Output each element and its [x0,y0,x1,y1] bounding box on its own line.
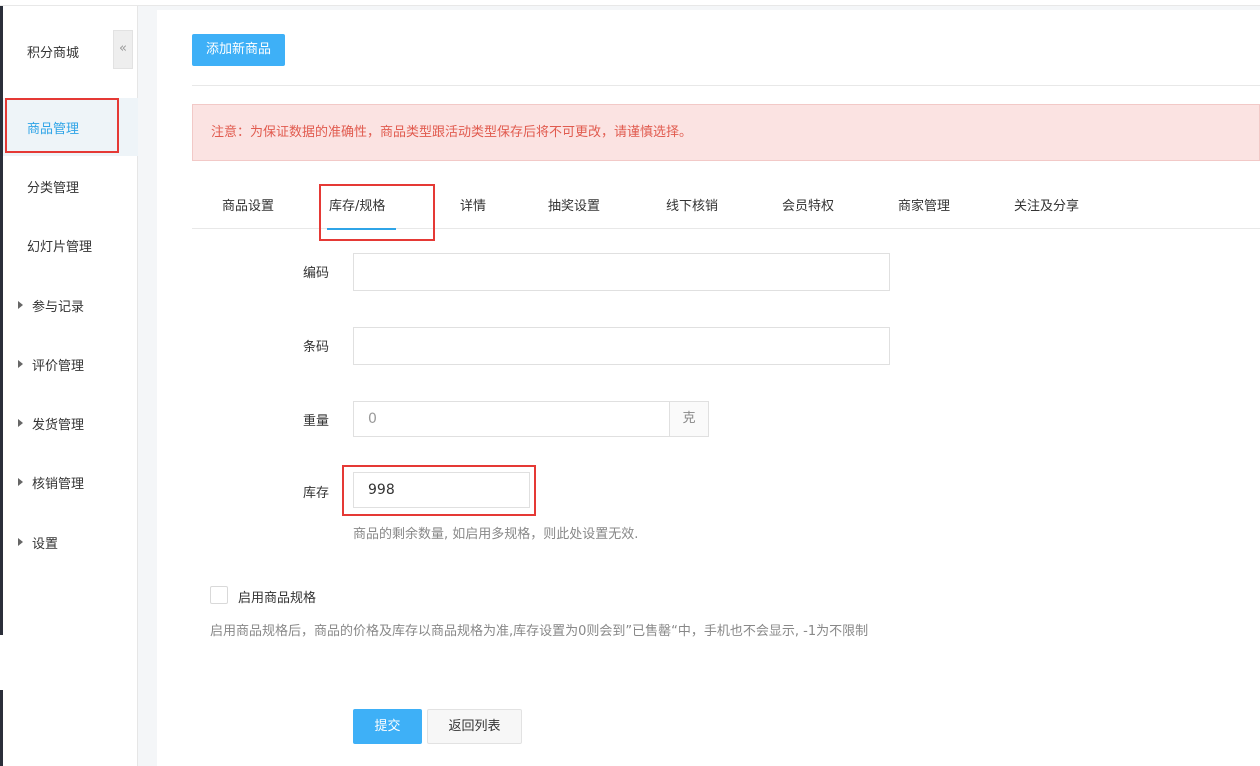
tab-label: 商品设置 [222,199,275,214]
enable-spec-checkbox[interactable] [210,586,228,604]
tab-details[interactable]: 详情 [460,185,486,229]
caret-right-icon [18,478,23,486]
tab-label: 抽奖设置 [548,199,601,214]
barcode-input[interactable] [353,327,890,365]
sidebar: 积分商城 « 商品管理 分类管理 幻灯片管理 参与记录 评价管理 发货管理 核销… [3,6,138,766]
caret-right-icon [18,301,23,309]
sidebar-item-label: 参与记录 [32,299,85,315]
sidebar-item-label: 发货管理 [32,417,85,433]
sidebar-item-product-management[interactable]: 商品管理 [3,98,138,156]
tab-bar: 商品设置 库存/规格 详情 抽奖设置 线下核销 会员特权 商家管理 关注及分享 [192,185,1260,230]
stock-label: 库存 [302,486,329,501]
tab-merchant-management[interactable]: 商家管理 [898,185,950,229]
sidebar-item-label: 核销管理 [32,476,85,492]
active-tab-underline [327,228,397,230]
caret-right-icon [18,360,23,368]
sidebar-item-shipping-management[interactable]: 发货管理 [3,394,138,452]
tab-product-settings[interactable]: 商品设置 [222,185,274,229]
add-product-button[interactable]: 添加新商品 [192,34,285,66]
tab-label: 线下核销 [666,199,719,214]
back-to-list-button[interactable]: 返回列表 [427,709,522,744]
weight-unit-addon: 克 [669,401,709,437]
tab-label: 详情 [460,199,487,214]
sidebar-item-label: 商品管理 [27,121,80,137]
sidebar-item-review-management[interactable]: 评价管理 [3,335,138,393]
caret-right-icon [18,419,23,427]
enable-spec-label[interactable]: 启用商品规格 [238,587,316,606]
barcode-label: 条码 [302,340,329,355]
stock-help-text: 商品的剩余数量, 如启用多规格，则此处设置无效. [353,527,639,542]
tab-label: 商家管理 [898,199,951,214]
code-input[interactable] [353,253,890,291]
tab-label: 库存/规格 [329,199,386,214]
weight-input[interactable] [353,401,670,437]
sidebar-item-label: 分类管理 [27,180,80,196]
tab-label: 会员特权 [782,199,835,214]
tab-lottery-settings[interactable]: 抽奖设置 [548,185,600,229]
warning-alert: 注意：为保证数据的准确性，商品类型跟活动类型保存后将不可更改，请谨慎选择。 [192,104,1260,161]
top-bar [0,0,1260,6]
weight-label: 重量 [302,414,329,429]
sidebar-item-label: 幻灯片管理 [27,239,93,255]
sidebar-item-verification-management[interactable]: 核销管理 [3,453,138,511]
code-label: 编码 [302,266,329,281]
sidebar-item-label: 设置 [32,536,59,552]
tab-offline-verification[interactable]: 线下核销 [666,185,718,229]
sidebar-item-slideshow-management[interactable]: 幻灯片管理 [3,216,138,274]
caret-right-icon [18,538,23,546]
submit-button[interactable]: 提交 [353,709,422,744]
spec-help-text: 启用商品规格后，商品的价格及库存以商品规格为准,库存设置为0则会到”已售罄“中，… [210,624,869,639]
sidebar-item-participation-records[interactable]: 参与记录 [3,276,138,334]
sidebar-title: 积分商城 [27,46,80,61]
sidebar-item-settings[interactable]: 设置 [3,513,138,571]
divider [192,85,1260,86]
tab-member-privileges[interactable]: 会员特权 [782,185,834,229]
collapse-sidebar-icon[interactable]: « [113,30,133,69]
tab-label: 关注及分享 [1014,199,1080,214]
stock-input[interactable] [353,472,530,508]
main-panel: 添加新商品 注意：为保证数据的准确性，商品类型跟活动类型保存后将不可更改，请谨慎… [157,10,1260,766]
tab-follow-share[interactable]: 关注及分享 [1014,185,1079,229]
sidebar-item-category-management[interactable]: 分类管理 [3,157,138,215]
tab-stock-spec[interactable]: 库存/规格 [327,185,397,230]
sidebar-item-label: 评价管理 [32,358,85,374]
